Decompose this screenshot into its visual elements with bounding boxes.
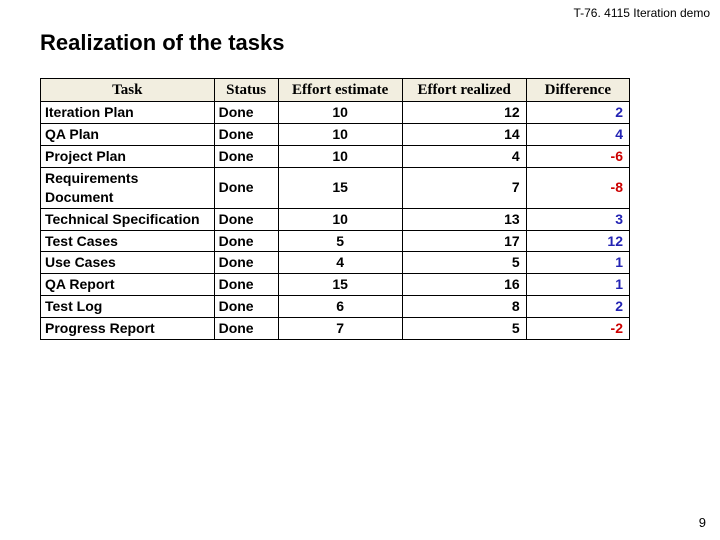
- cell-realized: 8: [402, 296, 526, 318]
- table-row: Project Plan Done 10 4 -6: [41, 146, 630, 168]
- col-header-realized: Effort realized: [402, 79, 526, 102]
- cell-status: Done: [214, 124, 278, 146]
- cell-status: Done: [214, 252, 278, 274]
- table-header-row: Task Status Effort estimate Effort reali…: [41, 79, 630, 102]
- col-header-difference: Difference: [526, 79, 629, 102]
- table-row: Progress Report Done 7 5 -2: [41, 318, 630, 340]
- cell-estimate: 10: [278, 146, 402, 168]
- cell-status: Done: [214, 274, 278, 296]
- cell-estimate: 4: [278, 252, 402, 274]
- cell-task: Iteration Plan: [41, 102, 215, 124]
- cell-difference: -6: [526, 146, 629, 168]
- cell-realized: 4: [402, 146, 526, 168]
- table-row: Test Log Done 6 8 2: [41, 296, 630, 318]
- table-row: Technical Specification Done 10 13 3: [41, 208, 630, 230]
- cell-task: Progress Report: [41, 318, 215, 340]
- col-header-status: Status: [214, 79, 278, 102]
- cell-difference: 1: [526, 274, 629, 296]
- table-row: Requirements Document Done 15 7 -8: [41, 167, 630, 208]
- cell-difference: 2: [526, 296, 629, 318]
- cell-realized: 5: [402, 318, 526, 340]
- cell-status: Done: [214, 102, 278, 124]
- cell-status: Done: [214, 146, 278, 168]
- cell-difference: -2: [526, 318, 629, 340]
- cell-status: Done: [214, 318, 278, 340]
- tasks-table: Task Status Effort estimate Effort reali…: [40, 78, 630, 340]
- cell-difference: 4: [526, 124, 629, 146]
- cell-task: Test Log: [41, 296, 215, 318]
- cell-task: Requirements Document: [41, 167, 215, 208]
- cell-realized: 5: [402, 252, 526, 274]
- cell-status: Done: [214, 230, 278, 252]
- table-row: QA Plan Done 10 14 4: [41, 124, 630, 146]
- cell-difference: 12: [526, 230, 629, 252]
- cell-realized: 12: [402, 102, 526, 124]
- table-row: Test Cases Done 5 17 12: [41, 230, 630, 252]
- cell-difference: 2: [526, 102, 629, 124]
- cell-difference: 1: [526, 252, 629, 274]
- tasks-table-container: Task Status Effort estimate Effort reali…: [40, 78, 630, 340]
- cell-estimate: 6: [278, 296, 402, 318]
- cell-realized: 16: [402, 274, 526, 296]
- cell-estimate: 15: [278, 167, 402, 208]
- cell-task: Project Plan: [41, 146, 215, 168]
- cell-status: Done: [214, 167, 278, 208]
- cell-difference: -8: [526, 167, 629, 208]
- table-row: QA Report Done 15 16 1: [41, 274, 630, 296]
- cell-difference: 3: [526, 208, 629, 230]
- cell-realized: 7: [402, 167, 526, 208]
- table-row: Use Cases Done 4 5 1: [41, 252, 630, 274]
- document-header: T-76. 4115 Iteration demo: [573, 6, 710, 20]
- cell-estimate: 10: [278, 124, 402, 146]
- col-header-task: Task: [41, 79, 215, 102]
- cell-status: Done: [214, 296, 278, 318]
- page-title: Realization of the tasks: [40, 30, 285, 56]
- cell-realized: 13: [402, 208, 526, 230]
- cell-status: Done: [214, 208, 278, 230]
- cell-realized: 17: [402, 230, 526, 252]
- col-header-estimate: Effort estimate: [278, 79, 402, 102]
- cell-estimate: 10: [278, 102, 402, 124]
- cell-estimate: 7: [278, 318, 402, 340]
- cell-estimate: 10: [278, 208, 402, 230]
- cell-task: QA Plan: [41, 124, 215, 146]
- page-number: 9: [699, 515, 706, 530]
- table-row: Iteration Plan Done 10 12 2: [41, 102, 630, 124]
- cell-realized: 14: [402, 124, 526, 146]
- cell-task: Test Cases: [41, 230, 215, 252]
- cell-estimate: 15: [278, 274, 402, 296]
- cell-task: Use Cases: [41, 252, 215, 274]
- cell-estimate: 5: [278, 230, 402, 252]
- cell-task: Technical Specification: [41, 208, 215, 230]
- cell-task: QA Report: [41, 274, 215, 296]
